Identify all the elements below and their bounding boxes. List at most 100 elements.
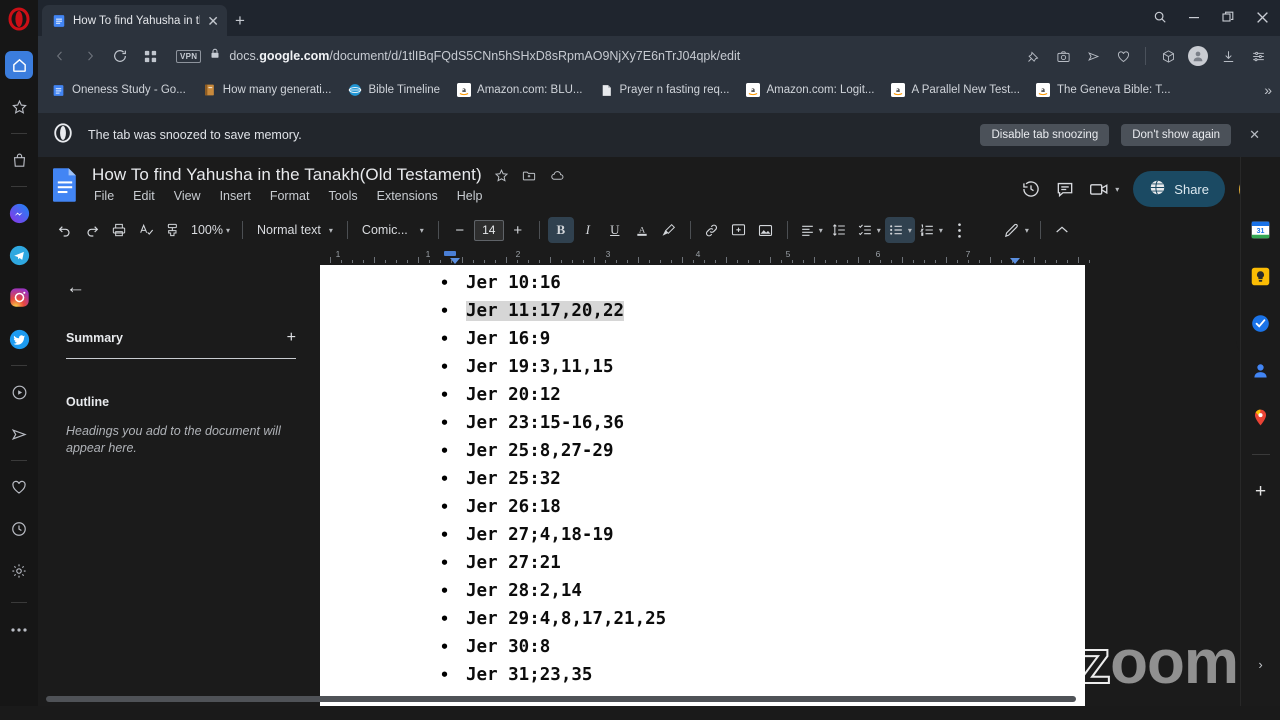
pin-icon[interactable] [1019, 42, 1047, 70]
font-selector[interactable]: Comic... ▾ [356, 223, 430, 237]
font-size-input[interactable]: 14 [473, 219, 504, 241]
menu-help[interactable]: Help [455, 188, 485, 204]
verse-list-item[interactable]: Jer 25:8,27-29 [440, 437, 1085, 465]
close-button[interactable] [1246, 4, 1278, 30]
google-maps-icon[interactable] [1250, 407, 1271, 428]
expand-panel-button[interactable]: › [1258, 657, 1262, 672]
editing-mode-button[interactable]: ▾ [1000, 217, 1032, 243]
sidebar-item-speed-dial[interactable] [5, 93, 33, 121]
menu-tools[interactable]: Tools [326, 188, 359, 204]
paint-format-button[interactable] [160, 217, 186, 243]
underline-button[interactable]: U [602, 217, 628, 243]
version-history-icon[interactable] [1021, 179, 1041, 199]
paragraph-style-selector[interactable]: Normal text ▾ [251, 223, 339, 237]
add-app-button[interactable]: + [1255, 481, 1266, 503]
snapshot-icon[interactable] [1049, 42, 1077, 70]
menu-format[interactable]: Format [268, 188, 312, 204]
profile-avatar-icon[interactable] [1184, 42, 1212, 70]
opera-logo-icon[interactable] [6, 6, 32, 32]
sidebar-item-home[interactable] [5, 51, 33, 79]
share-button[interactable]: Share [1133, 171, 1225, 207]
verse-list-item[interactable]: Jer 20:12 [440, 381, 1085, 409]
bookmarks-overflow-button[interactable]: » [1264, 82, 1272, 98]
print-button[interactable] [106, 217, 132, 243]
insert-link-button[interactable] [699, 217, 725, 243]
bulleted-list-button[interactable]: ▾ [884, 217, 915, 243]
line-spacing-button[interactable] [827, 217, 853, 243]
heart-icon[interactable] [1109, 42, 1137, 70]
verse-list-item[interactable]: Jer 25:32 [440, 465, 1085, 493]
google-keep-icon[interactable] [1250, 266, 1271, 287]
browser-tab[interactable]: How To find Yahusha in the ✕ [42, 5, 227, 36]
zoom-selector[interactable]: 100% ▾ [187, 223, 234, 237]
insert-image-button[interactable] [753, 217, 779, 243]
verse-list-item[interactable]: Jer 28:2,14 [440, 577, 1085, 605]
menu-extensions[interactable]: Extensions [375, 188, 440, 204]
minimize-button[interactable] [1178, 4, 1210, 30]
bookmark-item[interactable]: Prayer n fasting req... [592, 80, 737, 101]
google-tasks-icon[interactable] [1250, 313, 1271, 334]
cloud-saved-icon[interactable] [549, 168, 566, 183]
flow-send-icon[interactable] [1079, 42, 1107, 70]
verse-list-item[interactable]: Jer 27;4,18-19 [440, 521, 1085, 549]
redo-button[interactable] [79, 217, 105, 243]
numbered-list-button[interactable]: ▾ [916, 217, 946, 243]
add-comment-button[interactable] [726, 217, 752, 243]
comment-icon[interactable] [1055, 179, 1075, 199]
downloads-icon[interactable] [1214, 42, 1242, 70]
meet-video-icon[interactable]: ▾ [1089, 180, 1119, 198]
verse-list-item[interactable]: Jer 27:21 [440, 549, 1085, 577]
sidebar-item-shopping[interactable] [5, 146, 33, 174]
bookmark-item[interactable]: a Amazon.com: Logit... [738, 80, 881, 101]
tab-overview-icon[interactable] [136, 42, 164, 70]
bookmark-item[interactable]: Bible Timeline [340, 80, 447, 101]
search-icon[interactable] [1144, 4, 1176, 30]
sidebar-item-player[interactable] [5, 378, 33, 406]
google-docs-icon[interactable] [50, 165, 84, 205]
bold-button[interactable]: B [547, 217, 574, 243]
vpn-badge[interactable]: VPN [176, 49, 202, 63]
close-outline-button[interactable]: ← [66, 277, 85, 299]
verse-list-item[interactable]: Jer 30:8 [440, 633, 1085, 661]
back-button[interactable] [46, 42, 74, 70]
highlight-color-button[interactable] [656, 217, 682, 243]
disable-tab-snoozing-button[interactable]: Disable tab snoozing [980, 124, 1110, 146]
bookmark-item[interactable]: Oneness Study - Go... [44, 80, 193, 101]
chevron-down-icon[interactable]: ▾ [1115, 185, 1119, 194]
verse-list-item[interactable]: Jer 10:16 [440, 269, 1085, 297]
right-indent-marker[interactable] [1010, 258, 1020, 264]
bookmark-item[interactable]: How many generati... [195, 80, 339, 101]
menu-insert[interactable]: Insert [218, 188, 253, 204]
google-contacts-icon[interactable] [1250, 360, 1271, 381]
verse-list-item[interactable]: Jer 23:15-16,36 [440, 409, 1085, 437]
forward-button[interactable] [76, 42, 104, 70]
italic-button[interactable]: I [575, 217, 601, 243]
sidebar-item-telegram[interactable] [5, 241, 33, 269]
undo-button[interactable] [52, 217, 78, 243]
url-field[interactable]: VPN docs.google.com/document/d/1tlIBqFQd… [166, 42, 1017, 70]
more-options-button[interactable] [947, 217, 973, 243]
text-color-button[interactable]: A [629, 217, 655, 243]
verse-list-item[interactable]: Jer 26:18 [440, 493, 1085, 521]
sidebar-item-history[interactable] [5, 515, 33, 543]
sidebar-item-messenger[interactable] [5, 199, 33, 227]
add-summary-button[interactable]: + [287, 329, 296, 347]
verse-list-item[interactable]: Jer 31;23,35 [440, 661, 1085, 689]
sidebar-item-favorites[interactable] [5, 473, 33, 501]
move-to-folder-icon[interactable] [521, 168, 537, 183]
sidebar-item-flow[interactable] [5, 420, 33, 448]
align-button[interactable]: ▾ [796, 217, 826, 243]
close-icon[interactable]: ✕ [1243, 127, 1266, 143]
decrease-font-size-button[interactable]: − [447, 217, 473, 243]
left-indent-marker[interactable] [450, 258, 460, 264]
sidebar-item-settings[interactable] [5, 557, 33, 585]
bookmark-item[interactable]: a A Parallel New Test... [884, 80, 1027, 101]
dont-show-again-button[interactable]: Don't show again [1121, 124, 1232, 146]
horizontal-scrollbar[interactable] [46, 696, 1076, 702]
easy-setup-icon[interactable] [1244, 42, 1272, 70]
sidebar-item-twitter[interactable] [5, 325, 33, 353]
bookmark-item[interactable]: a The Geneva Bible: T... [1029, 80, 1178, 101]
verse-list-item[interactable]: Jer 19:3,11,15 [440, 353, 1085, 381]
verse-list-item[interactable]: Jer 11:17,20,22 [440, 297, 1085, 325]
document-page[interactable]: Jer 10:16 Jer 11:17,20,22 Jer 16:9 Jer 19:3… [320, 265, 1085, 720]
